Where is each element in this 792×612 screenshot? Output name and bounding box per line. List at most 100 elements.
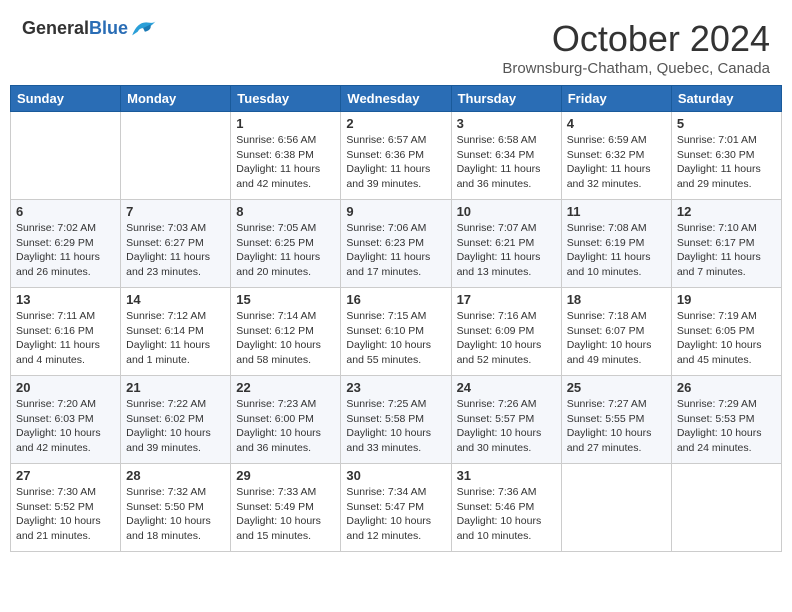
- day-info: Sunrise: 6:58 AMSunset: 6:34 PMDaylight:…: [457, 133, 556, 192]
- day-info: Sunrise: 7:34 AMSunset: 5:47 PMDaylight:…: [346, 485, 445, 544]
- calendar-cell: 23 Sunrise: 7:25 AMSunset: 5:58 PMDayligh…: [341, 376, 451, 464]
- calendar-cell: 13Sunrise: 7:11 AMSunset: 6:16 PMDayligh…: [11, 288, 121, 376]
- day-number: 21: [126, 380, 225, 395]
- day-info: Sunrise: 7:12 AMSunset: 6:14 PMDaylight:…: [126, 309, 225, 368]
- column-header-saturday: Saturday: [671, 86, 781, 112]
- day-info: Sunrise: 7:10 AMSunset: 6:17 PMDaylight:…: [677, 221, 776, 280]
- day-number: 2: [346, 116, 445, 131]
- day-info: Sunrise: 7:32 AMSunset: 5:50 PMDaylight:…: [126, 485, 225, 544]
- day-number: 25: [567, 380, 666, 395]
- day-number: 6: [16, 204, 115, 219]
- column-header-tuesday: Tuesday: [231, 86, 341, 112]
- calendar-cell: 16 Sunrise: 7:15 AMSunset: 6:10 PMDayligh…: [341, 288, 451, 376]
- day-info: Sunrise: 7:06 AMSunset: 6:23 PMDaylight:…: [346, 221, 445, 280]
- day-info: Sunrise: 7:15 AMSunset: 6:10 PMDaylight:…: [346, 309, 445, 368]
- logo-blue-text: Blue: [89, 18, 128, 38]
- calendar-cell: 4 Sunrise: 6:59 AMSunset: 6:32 PMDaylight…: [561, 112, 671, 200]
- calendar-cell: 27 Sunrise: 7:30 AMSunset: 5:52 PMDayligh…: [11, 464, 121, 552]
- logo-bird-icon: [130, 19, 158, 39]
- month-title: October 2024: [502, 18, 770, 60]
- day-number: 27: [16, 468, 115, 483]
- day-number: 18: [567, 292, 666, 307]
- calendar-week-1: 1Sunrise: 6:56 AMSunset: 6:38 PMDaylight…: [11, 112, 782, 200]
- day-info: Sunrise: 7:19 AMSunset: 6:05 PMDaylight:…: [677, 309, 776, 368]
- day-info: Sunrise: 7:30 AMSunset: 5:52 PMDaylight:…: [16, 485, 115, 544]
- calendar-cell: 21 Sunrise: 7:22 AMSunset: 6:02 PMDayligh…: [121, 376, 231, 464]
- column-header-thursday: Thursday: [451, 86, 561, 112]
- calendar-header-row: SundayMondayTuesdayWednesdayThursdayFrid…: [11, 86, 782, 112]
- calendar-cell: 19 Sunrise: 7:19 AMSunset: 6:05 PMDayligh…: [671, 288, 781, 376]
- calendar-cell: 31Sunrise: 7:36 AMSunset: 5:46 PMDayligh…: [451, 464, 561, 552]
- day-number: 29: [236, 468, 335, 483]
- day-info: Sunrise: 7:27 AMSunset: 5:55 PMDaylight:…: [567, 397, 666, 456]
- day-info: Sunrise: 7:25 AMSunset: 5:58 PMDaylight:…: [346, 397, 445, 456]
- calendar-cell: 6Sunrise: 7:02 AMSunset: 6:29 PMDaylight…: [11, 200, 121, 288]
- calendar-week-2: 6Sunrise: 7:02 AMSunset: 6:29 PMDaylight…: [11, 200, 782, 288]
- calendar-cell: 3 Sunrise: 6:58 AMSunset: 6:34 PMDaylight…: [451, 112, 561, 200]
- calendar-week-4: 20Sunrise: 7:20 AMSunset: 6:03 PMDayligh…: [11, 376, 782, 464]
- day-number: 26: [677, 380, 776, 395]
- day-info: Sunrise: 7:33 AMSunset: 5:49 PMDaylight:…: [236, 485, 335, 544]
- day-number: 23: [346, 380, 445, 395]
- column-header-monday: Monday: [121, 86, 231, 112]
- day-number: 4: [567, 116, 666, 131]
- day-info: Sunrise: 7:26 AMSunset: 5:57 PMDaylight:…: [457, 397, 556, 456]
- day-info: Sunrise: 7:05 AMSunset: 6:25 PMDaylight:…: [236, 221, 335, 280]
- calendar-table: SundayMondayTuesdayWednesdayThursdayFrid…: [10, 85, 782, 552]
- calendar-cell: 10 Sunrise: 7:07 AMSunset: 6:21 PMDayligh…: [451, 200, 561, 288]
- day-info: Sunrise: 7:16 AMSunset: 6:09 PMDaylight:…: [457, 309, 556, 368]
- calendar-cell: 5Sunrise: 7:01 AMSunset: 6:30 PMDaylight…: [671, 112, 781, 200]
- column-header-friday: Friday: [561, 86, 671, 112]
- day-number: 16: [346, 292, 445, 307]
- calendar-cell: 15 Sunrise: 7:14 AMSunset: 6:12 PMDayligh…: [231, 288, 341, 376]
- day-number: 15: [236, 292, 335, 307]
- calendar-cell: 29 Sunrise: 7:33 AMSunset: 5:49 PMDayligh…: [231, 464, 341, 552]
- calendar-cell: 28 Sunrise: 7:32 AMSunset: 5:50 PMDayligh…: [121, 464, 231, 552]
- calendar-cell: 11 Sunrise: 7:08 AMSunset: 6:19 PMDayligh…: [561, 200, 671, 288]
- day-info: Sunrise: 7:01 AMSunset: 6:30 PMDaylight:…: [677, 133, 776, 192]
- day-info: Sunrise: 7:03 AMSunset: 6:27 PMDaylight:…: [126, 221, 225, 280]
- day-number: 11: [567, 204, 666, 219]
- day-number: 13: [16, 292, 115, 307]
- calendar-cell: 2Sunrise: 6:57 AMSunset: 6:36 PMDaylight…: [341, 112, 451, 200]
- day-info: Sunrise: 7:08 AMSunset: 6:19 PMDaylight:…: [567, 221, 666, 280]
- day-info: Sunrise: 7:07 AMSunset: 6:21 PMDaylight:…: [457, 221, 556, 280]
- calendar-cell: [671, 464, 781, 552]
- day-number: 14: [126, 292, 225, 307]
- calendar-cell: 30Sunrise: 7:34 AMSunset: 5:47 PMDayligh…: [341, 464, 451, 552]
- calendar-cell: 17 Sunrise: 7:16 AMSunset: 6:09 PMDayligh…: [451, 288, 561, 376]
- day-number: 12: [677, 204, 776, 219]
- title-block: October 2024 Brownsburg-Chatham, Quebec,…: [502, 18, 770, 77]
- logo: GeneralBlue: [22, 18, 158, 39]
- calendar-cell: 1Sunrise: 6:56 AMSunset: 6:38 PMDaylight…: [231, 112, 341, 200]
- calendar-cell: 24 Sunrise: 7:26 AMSunset: 5:57 PMDayligh…: [451, 376, 561, 464]
- day-number: 17: [457, 292, 556, 307]
- day-info: Sunrise: 7:14 AMSunset: 6:12 PMDaylight:…: [236, 309, 335, 368]
- day-number: 10: [457, 204, 556, 219]
- calendar-cell: 18 Sunrise: 7:18 AMSunset: 6:07 PMDayligh…: [561, 288, 671, 376]
- day-number: 3: [457, 116, 556, 131]
- calendar-cell: 8Sunrise: 7:05 AMSunset: 6:25 PMDaylight…: [231, 200, 341, 288]
- day-number: 28: [126, 468, 225, 483]
- calendar-cell: 25 Sunrise: 7:27 AMSunset: 5:55 PMDayligh…: [561, 376, 671, 464]
- calendar-cell: 14 Sunrise: 7:12 AMSunset: 6:14 PMDayligh…: [121, 288, 231, 376]
- page-header: GeneralBlue October 2024 Brownsburg-Chat…: [10, 10, 782, 81]
- location-subtitle: Brownsburg-Chatham, Quebec, Canada: [502, 60, 770, 77]
- day-info: Sunrise: 6:59 AMSunset: 6:32 PMDaylight:…: [567, 133, 666, 192]
- day-number: 19: [677, 292, 776, 307]
- day-number: 31: [457, 468, 556, 483]
- day-number: 9: [346, 204, 445, 219]
- day-number: 7: [126, 204, 225, 219]
- day-number: 1: [236, 116, 335, 131]
- calendar-cell: 22Sunrise: 7:23 AMSunset: 6:00 PMDayligh…: [231, 376, 341, 464]
- day-info: Sunrise: 7:22 AMSunset: 6:02 PMDaylight:…: [126, 397, 225, 456]
- calendar-cell: 7 Sunrise: 7:03 AMSunset: 6:27 PMDaylight…: [121, 200, 231, 288]
- day-info: Sunrise: 7:29 AMSunset: 5:53 PMDaylight:…: [677, 397, 776, 456]
- day-info: Sunrise: 7:18 AMSunset: 6:07 PMDaylight:…: [567, 309, 666, 368]
- day-number: 24: [457, 380, 556, 395]
- column-header-wednesday: Wednesday: [341, 86, 451, 112]
- calendar-cell: 12 Sunrise: 7:10 AMSunset: 6:17 PMDayligh…: [671, 200, 781, 288]
- calendar-cell: [561, 464, 671, 552]
- calendar-cell: 20Sunrise: 7:20 AMSunset: 6:03 PMDayligh…: [11, 376, 121, 464]
- day-number: 22: [236, 380, 335, 395]
